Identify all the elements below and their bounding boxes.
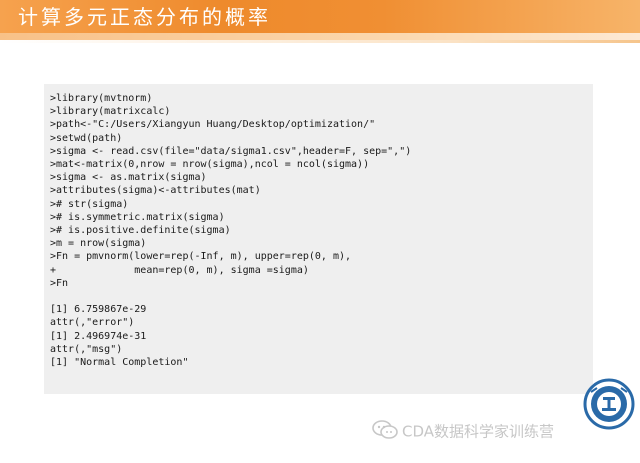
code-line: >sigma <- read.csv(file="data/sigma1.csv… bbox=[50, 145, 412, 157]
code-line: + mean=rep(0, m), sigma =sigma) bbox=[50, 264, 309, 276]
code-line: >m = nrow(sigma) bbox=[50, 238, 147, 250]
output-line: [1] "Normal Completion" bbox=[50, 357, 189, 369]
wechat-icon bbox=[372, 420, 398, 444]
title-underline bbox=[0, 40, 640, 43]
code-line: >Fn = pmvnorm(lower=rep(-Inf, m), upper=… bbox=[50, 251, 352, 263]
output-line: [1] 2.496974e-31 bbox=[50, 330, 147, 342]
title-bar: 计算多元正态分布的概率 bbox=[0, 0, 640, 40]
university-logo bbox=[583, 378, 635, 430]
code-line: ># is.symmetric.matrix(sigma) bbox=[50, 211, 225, 223]
code-line: >library(matrixcalc) bbox=[50, 106, 171, 118]
code-line: >Fn bbox=[50, 277, 69, 289]
code-line: >path<-"C:/Users/Xiangyun Huang/Desktop/… bbox=[50, 119, 376, 131]
code-line: >attributes(sigma)<-attributes(mat) bbox=[50, 185, 261, 197]
code-line: ># str(sigma) bbox=[50, 198, 129, 210]
code-line: ># is.positive.definite(sigma) bbox=[50, 225, 231, 237]
output-line: attr(,"error") bbox=[50, 317, 135, 329]
code-text: >library(mvtnorm) >library(matrixcalc) >… bbox=[44, 84, 593, 369]
code-line: >sigma <- as.matrix(sigma) bbox=[50, 172, 207, 184]
code-block: >library(mvtnorm) >library(matrixcalc) >… bbox=[44, 84, 593, 394]
output-line: attr(,"msg") bbox=[50, 343, 123, 355]
output-line: [1] 6.759867e-29 bbox=[50, 304, 147, 316]
code-line: >library(mvtnorm) bbox=[50, 93, 153, 104]
title-bar-band bbox=[0, 33, 640, 40]
page-title: 计算多元正态分布的概率 bbox=[18, 5, 271, 29]
watermark: CDA数据科学家训练营 bbox=[372, 420, 554, 444]
watermark-text: CDA数据科学家训练营 bbox=[402, 422, 555, 441]
code-line: >mat<-matrix(0,nrow = nrow(sigma),ncol =… bbox=[50, 159, 370, 171]
code-line: >setwd(path) bbox=[50, 132, 123, 144]
